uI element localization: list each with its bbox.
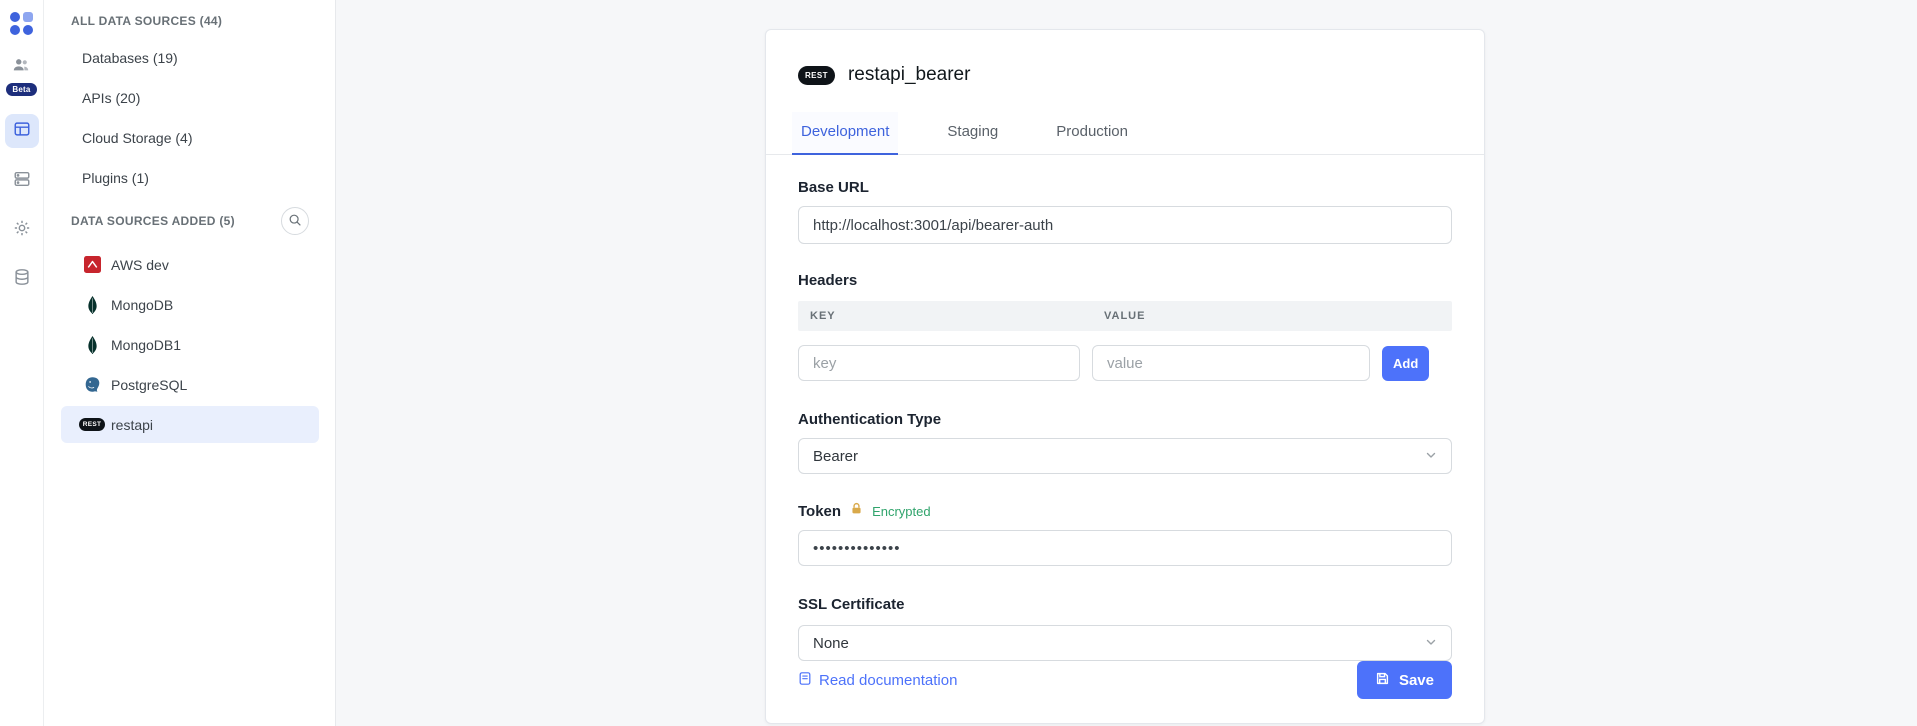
sidebar-item-mongodb[interactable]: MongoDB (61, 286, 319, 323)
datasource-card: REST restapi_bearer Development Staging … (765, 29, 1485, 724)
save-button[interactable]: Save (1357, 661, 1452, 699)
ssl-value: None (813, 635, 849, 652)
connection-form: Base URL Headers KEY VALUE Add Authentic… (798, 155, 1452, 661)
item-label: AWS dev (111, 257, 169, 273)
rest-icon: REST (798, 66, 835, 85)
sidebar-item-cloud-storage[interactable]: Cloud Storage (4) (61, 119, 319, 156)
sidebar-item-mongodb1[interactable]: MongoDB1 (61, 326, 319, 363)
item-label: restapi (111, 417, 153, 433)
document-icon (798, 671, 812, 690)
base-url-label: Base URL (798, 179, 1452, 196)
chevron-down-icon (1425, 635, 1437, 652)
header-value-input[interactable] (1092, 345, 1370, 381)
sidebar-item-users[interactable]: Beta (6, 56, 36, 114)
sidebar-item-workflows[interactable] (13, 170, 31, 193)
auth-type-value: Bearer (813, 448, 858, 465)
mongodb-icon (82, 296, 102, 314)
workflows-icon (13, 170, 31, 193)
mongodb-icon (82, 336, 102, 354)
ssl-certificate-label: SSL Certificate (798, 596, 1452, 613)
headers-row: Add (798, 345, 1452, 381)
headers-table-head: KEY VALUE (798, 301, 1452, 331)
token-label: Token (798, 503, 841, 520)
item-label: MongoDB1 (111, 337, 181, 353)
item-label: MongoDB (111, 297, 173, 313)
auth-type-label: Authentication Type (798, 411, 1452, 428)
base-url-input[interactable] (798, 206, 1452, 244)
sidebar-item-restapi[interactable]: REST restapi (61, 406, 319, 443)
data-sources-icon (13, 120, 31, 143)
icon-rail: Beta (0, 0, 44, 726)
section-all-data-sources: ALL DATA SOURCES (44) (44, 6, 335, 36)
card-header: REST restapi_bearer (798, 30, 1452, 88)
page-title: restapi_bearer (848, 62, 971, 88)
main-area: REST restapi_bearer Development Staging … (336, 0, 1917, 726)
token-input[interactable] (798, 530, 1452, 566)
section-data-sources-added: DATA SOURCES ADDED (5) (44, 199, 335, 243)
search-icon (288, 213, 302, 230)
item-label: PostgreSQL (111, 377, 187, 393)
headers-label: Headers (798, 272, 1452, 289)
sidebar-item-postgresql[interactable]: PostgreSQL (61, 366, 319, 403)
read-documentation-link[interactable]: Read documentation (798, 671, 957, 690)
save-icon (1375, 671, 1390, 690)
item-label: Databases (19) (82, 50, 178, 66)
encrypted-badge: Encrypted (872, 504, 931, 519)
item-label: Plugins (1) (82, 170, 149, 186)
environment-tabs: Development Staging Production (766, 112, 1484, 155)
item-label: Cloud Storage (4) (82, 130, 193, 146)
add-header-button[interactable]: Add (1382, 346, 1429, 381)
key-column-header: KEY (798, 310, 1092, 322)
section-title-label: DATA SOURCES ADDED (5) (71, 214, 235, 228)
tab-staging[interactable]: Staging (938, 112, 1007, 154)
postgresql-icon (82, 376, 102, 393)
sidebar-item-aws-dev[interactable]: AWS dev (61, 246, 319, 283)
sidebar-item-plugins[interactable]: Plugins (1) (61, 159, 319, 196)
chevron-down-icon (1425, 448, 1437, 465)
header-key-input[interactable] (798, 345, 1080, 381)
data-sources-sidebar: ALL DATA SOURCES (44) Databases (19) API… (44, 0, 336, 726)
gear-icon (13, 219, 31, 242)
tab-development[interactable]: Development (792, 112, 898, 155)
sidebar-item-apis[interactable]: APIs (20) (61, 79, 319, 116)
sidebar-item-data-sources[interactable] (5, 114, 39, 148)
ssl-certificate-select[interactable]: None (798, 625, 1452, 661)
auth-type-select[interactable]: Bearer (798, 438, 1452, 474)
app-logo[interactable] (10, 12, 34, 36)
token-label-row: Token Encrypted (798, 502, 1452, 520)
value-column-header: VALUE (1092, 310, 1145, 322)
sidebar-item-databases[interactable]: Databases (19) (61, 39, 319, 76)
tab-production[interactable]: Production (1047, 112, 1137, 154)
sidebar-item-database[interactable] (13, 268, 31, 291)
beta-badge: Beta (6, 83, 36, 96)
database-icon (13, 268, 31, 291)
lock-icon (850, 502, 863, 520)
item-label: APIs (20) (82, 90, 140, 106)
users-icon (12, 56, 30, 79)
aws-icon (82, 256, 102, 273)
rest-icon: REST (82, 418, 102, 431)
sidebar-item-settings[interactable] (13, 219, 31, 242)
save-button-label: Save (1399, 672, 1434, 689)
search-button[interactable] (281, 207, 309, 235)
section-title-label: ALL DATA SOURCES (44) (71, 14, 222, 28)
card-footer: Read documentation Save (798, 661, 1452, 699)
read-documentation-label: Read documentation (819, 672, 957, 689)
